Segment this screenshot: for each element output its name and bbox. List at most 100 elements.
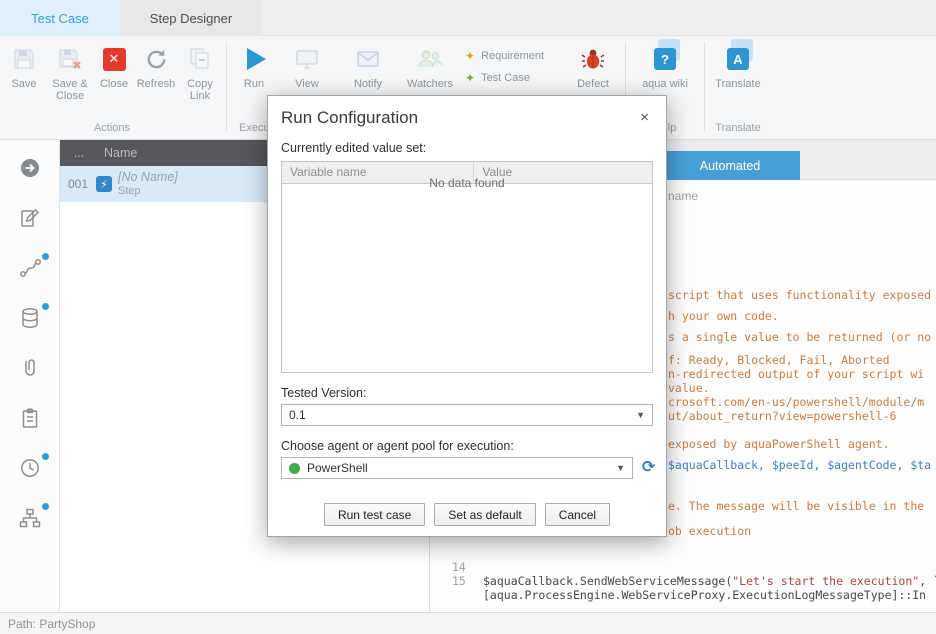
steps-col-dots: ...	[60, 146, 98, 160]
test-case-icon: ✦	[465, 72, 475, 84]
toolbar-separator	[226, 42, 227, 131]
wiki-question-icon: ?	[654, 43, 676, 75]
add-test-case-button[interactable]: ✦ Test Case	[461, 68, 565, 87]
add-requirement-button[interactable]: ✦ Requirement	[461, 46, 565, 65]
sidebar-item-checklist[interactable]	[18, 406, 42, 430]
chevron-down-icon: ▼	[636, 410, 645, 420]
sidebar-item-edit[interactable]	[18, 206, 42, 230]
sidebar-item-dependencies[interactable]	[18, 506, 42, 530]
view-button[interactable]: View	[277, 43, 337, 90]
code-line: e. The message will be visible in the	[668, 499, 924, 513]
code-line: $aquaCallback, $peeId, $agentCode, $ta	[668, 458, 931, 472]
close-red-icon: ✕	[103, 43, 126, 75]
notification-dot	[42, 503, 49, 510]
group-label-actions: Actions	[2, 122, 222, 139]
code-line: h your own code.	[668, 309, 779, 323]
set-as-default-button[interactable]: Set as default	[434, 503, 535, 526]
code-line-15: 15 [aqua.ProcessEngine.WebServiceProxy.E…	[430, 560, 936, 612]
notification-dot	[42, 253, 49, 260]
code-line: crosoft.com/en-us/powershell/module/m	[668, 395, 924, 409]
sidebar-item-open[interactable]	[18, 156, 42, 180]
code-line: script that uses functionality exposed	[668, 288, 931, 302]
automation-step-icon: ⚡	[96, 176, 112, 192]
paperclip-icon	[18, 356, 42, 380]
save-button[interactable]: Save	[2, 43, 46, 90]
agent-value: PowerShell	[307, 461, 368, 475]
document-tab-bar: Test Case Step Designer	[0, 0, 936, 36]
path-label: Path: PartyShop	[8, 617, 95, 631]
sitemap-icon	[18, 506, 42, 530]
agent-online-dot	[289, 463, 300, 474]
tab-test-case[interactable]: Test Case	[0, 0, 120, 36]
run-button[interactable]: Run	[231, 43, 277, 90]
refresh-button[interactable]: Refresh	[134, 43, 178, 90]
arrow-circle-icon	[18, 156, 42, 180]
value-set-table: Variable name Value No data found	[281, 161, 653, 373]
tab-automated[interactable]: Automated	[660, 151, 800, 180]
code-line: ob execution	[668, 524, 751, 538]
run-icon	[243, 43, 266, 75]
no-data-message: No data found	[282, 176, 652, 190]
agent-refresh-icon[interactable]: ⟳	[642, 460, 655, 476]
tested-version-value: 0.1	[289, 408, 306, 422]
tab-step-designer[interactable]: Step Designer	[120, 0, 262, 36]
dialog-title: Run Configuration	[281, 108, 418, 128]
view-icon	[294, 43, 320, 75]
code-line: s a single value to be returned (or no	[668, 330, 931, 344]
group-label-translate: Translate	[709, 122, 767, 139]
step-type: Step	[118, 184, 178, 198]
notify-envelope-icon	[355, 43, 381, 75]
chevron-down-icon: ▼	[616, 463, 625, 473]
sidebar-item-steps[interactable]	[18, 256, 42, 280]
sidebar-item-attachments[interactable]	[18, 356, 42, 380]
toolbar-separator	[704, 42, 705, 131]
code-line: exposed by aquaPowerShell agent.	[668, 437, 890, 451]
sidebar-item-history[interactable]	[18, 456, 42, 480]
clipboard-icon	[18, 406, 42, 430]
save-close-icon	[57, 43, 83, 75]
steps-col-name: Name	[98, 146, 137, 160]
notify-button[interactable]: Notify	[337, 43, 399, 90]
run-test-case-button[interactable]: Run test case	[324, 503, 425, 526]
toolbar-group-actions: Save Save & Close ✕ Close Refresh	[2, 36, 222, 139]
save-icon	[11, 43, 37, 75]
save-close-button[interactable]: Save & Close	[46, 43, 94, 102]
history-clock-icon	[18, 456, 42, 480]
sidebar-item-data[interactable]	[18, 306, 42, 330]
notification-dot	[42, 303, 49, 310]
agent-select[interactable]: PowerShell ▼	[281, 457, 633, 479]
value-set-label: Currently edited value set:	[281, 141, 653, 155]
run-configuration-dialog: Run Configuration × Currently edited val…	[267, 95, 667, 537]
tested-version-select[interactable]: 0.1 ▼	[281, 404, 653, 426]
edit-icon	[18, 206, 42, 230]
requirement-icon: ✦	[465, 50, 475, 62]
cancel-button[interactable]: Cancel	[545, 503, 610, 526]
step-number: 001	[60, 177, 96, 191]
defect-button[interactable]: Defect	[565, 43, 621, 90]
steps-flow-icon	[18, 256, 42, 280]
notification-dot	[42, 453, 49, 460]
dialog-close-icon[interactable]: ×	[636, 108, 653, 128]
toolbar-group-translate: A Translate Translate	[709, 36, 767, 139]
agent-label: Choose agent or agent pool for execution…	[281, 439, 653, 453]
watchers-button[interactable]: Watchers	[399, 43, 461, 90]
link-buttons-stack: ✦ Requirement ✦ Test Case	[461, 46, 565, 87]
code-line: ut/about_return?view=powershell-6	[668, 409, 896, 423]
left-icon-sidebar	[0, 140, 60, 612]
copy-link-button[interactable]: Copy Link	[178, 43, 222, 102]
code-line: n-redirected output of your script wi	[668, 367, 924, 381]
translate-button[interactable]: A Translate	[709, 43, 767, 90]
aqua-wiki-button[interactable]: ? aqua wiki	[630, 43, 700, 90]
translate-icon: A	[727, 43, 749, 75]
refresh-icon	[144, 43, 169, 75]
code-line: f: Ready, Blocked, Fail, Aborted	[668, 353, 890, 367]
code-line: value.	[668, 381, 710, 395]
tested-version-label: Tested Version:	[281, 386, 653, 400]
copy-link-icon	[187, 43, 213, 75]
script-name-label-fragment: name	[668, 189, 698, 203]
status-bar: Path: PartyShop	[0, 612, 936, 634]
defect-bug-icon	[580, 43, 606, 75]
database-icon	[18, 306, 42, 330]
close-button[interactable]: ✕ Close	[94, 43, 134, 90]
step-name: [No Name]	[118, 170, 178, 184]
